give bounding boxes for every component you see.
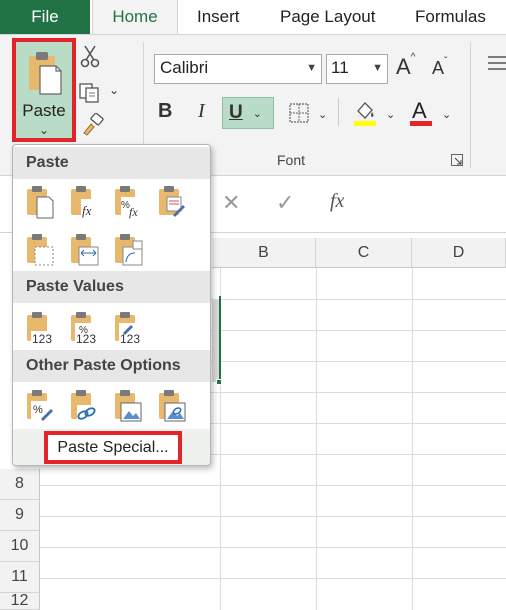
font-name-value: Calibri: [160, 58, 209, 77]
paste-formulas-icon[interactable]: fx: [69, 185, 99, 219]
borders-icon[interactable]: [288, 102, 310, 124]
paste-options-menu: Paste fx % fx Paste Values 123 % 123 123…: [12, 144, 211, 466]
font-size-combobox[interactable]: 11 ▼: [326, 54, 388, 84]
column-header-b[interactable]: B: [212, 238, 316, 268]
font-name-combobox[interactable]: Calibri ▼: [154, 54, 322, 84]
row-header-12[interactable]: 12: [0, 592, 40, 610]
menu-section-paste: Paste: [13, 147, 210, 179]
cancel-icon[interactable]: ✕: [222, 190, 240, 216]
selection-border: [219, 296, 221, 382]
chevron-down-icon[interactable]: ▼: [372, 62, 383, 74]
row-header-8[interactable]: 8: [0, 469, 40, 500]
format-painter-icon[interactable]: [80, 113, 104, 137]
chevron-down-icon[interactable]: ⌄: [253, 107, 262, 120]
row-header-9[interactable]: 9: [0, 500, 40, 531]
clipboard-icon: [29, 52, 62, 95]
separator: [338, 98, 339, 126]
paste-no-borders-icon[interactable]: [25, 233, 55, 267]
paste-link-icon[interactable]: [69, 389, 99, 423]
chevron-down-icon[interactable]: ▼: [306, 62, 317, 74]
column-header-c[interactable]: C: [316, 238, 412, 268]
increase-font-size-icon: A: [396, 54, 411, 79]
paste-transpose-icon[interactable]: [113, 233, 143, 267]
svg-text:A: A: [412, 98, 427, 123]
paste-button-label: Paste: [22, 101, 66, 120]
chevron-down-icon[interactable]: ⌄: [386, 108, 395, 121]
svg-text:123: 123: [32, 332, 52, 345]
caret-down-icon: ˇ: [444, 56, 448, 67]
group-separator: [470, 42, 471, 168]
paste-button[interactable]: Paste ⌄: [12, 38, 76, 142]
chevron-down-icon[interactable]: ⌄: [442, 108, 451, 121]
paste-keep-source-formatting-icon[interactable]: [157, 185, 187, 219]
insert-function-icon[interactable]: fx: [330, 190, 344, 213]
paste-special-menu-item[interactable]: Paste Special...: [44, 431, 182, 464]
ribbon-tab-bar: File Home Insert Page Layout Formulas: [0, 0, 506, 35]
underline-button[interactable]: U ⌄: [222, 97, 274, 129]
paste-picture-icon[interactable]: [113, 389, 143, 423]
svg-text:123: 123: [76, 332, 96, 345]
tab-formulas[interactable]: Formulas: [415, 0, 486, 34]
font-color-icon[interactable]: A: [408, 98, 434, 128]
tab-page-layout[interactable]: Page Layout: [280, 0, 375, 34]
decrease-font-size-icon: A: [432, 58, 445, 78]
align-top-icon[interactable]: [484, 54, 506, 74]
caret-up-icon: ^: [410, 52, 416, 63]
svg-text:%: %: [33, 404, 43, 416]
column-header-d[interactable]: D: [412, 238, 506, 268]
paste-linked-picture-icon[interactable]: [157, 389, 187, 423]
column-gridline: [316, 268, 317, 610]
chevron-down-icon: ⌄: [38, 123, 50, 137]
dialog-launcher-icon[interactable]: [451, 154, 463, 166]
tab-insert[interactable]: Insert: [197, 0, 240, 34]
row-header-10[interactable]: 10: [0, 531, 40, 562]
tab-file[interactable]: File: [0, 0, 90, 34]
fill-handle[interactable]: [216, 379, 222, 385]
row-gridline: [40, 485, 506, 486]
bold-button[interactable]: B: [158, 100, 172, 123]
underline-icon: U: [229, 102, 243, 123]
enter-icon[interactable]: ✓: [276, 190, 294, 216]
font-group-label: Font: [277, 152, 306, 168]
paste-formulas-number-format-icon[interactable]: % fx: [113, 185, 143, 219]
chevron-down-icon[interactable]: ⌄: [318, 108, 327, 121]
paste-keep-column-widths-icon[interactable]: [69, 233, 99, 267]
paste-icon[interactable]: [25, 185, 55, 219]
fill-color-icon[interactable]: [352, 99, 378, 127]
paste-values-source-formatting-icon[interactable]: 123: [113, 311, 143, 345]
font-size-value: 11: [331, 58, 349, 77]
row-gridline: [40, 578, 506, 579]
menu-section-paste-values: Paste Values: [13, 271, 210, 303]
column-gridline: [412, 268, 413, 610]
svg-text:fx: fx: [82, 203, 92, 218]
increase-font-size-button[interactable]: A ^: [396, 52, 415, 80]
copy-dropdown-chevron-icon[interactable]: ⌄: [109, 83, 119, 97]
tab-home[interactable]: Home: [92, 0, 178, 35]
decrease-font-size-button[interactable]: Aˇ: [432, 56, 448, 79]
paste-values-number-format-icon[interactable]: % 123: [69, 311, 99, 345]
paste-values-icon[interactable]: 123: [25, 311, 55, 345]
svg-text:fx: fx: [129, 205, 138, 219]
italic-button[interactable]: I: [198, 100, 205, 123]
paste-formatting-icon[interactable]: %: [25, 389, 55, 423]
row-gridline: [40, 516, 506, 517]
row-gridline: [40, 547, 506, 548]
copy-icon[interactable]: [78, 82, 100, 104]
row-header-11[interactable]: 11: [0, 562, 40, 593]
menu-section-other-paste-options: Other Paste Options: [13, 350, 210, 382]
svg-text:123: 123: [120, 332, 140, 345]
scissors-icon[interactable]: [80, 44, 100, 68]
